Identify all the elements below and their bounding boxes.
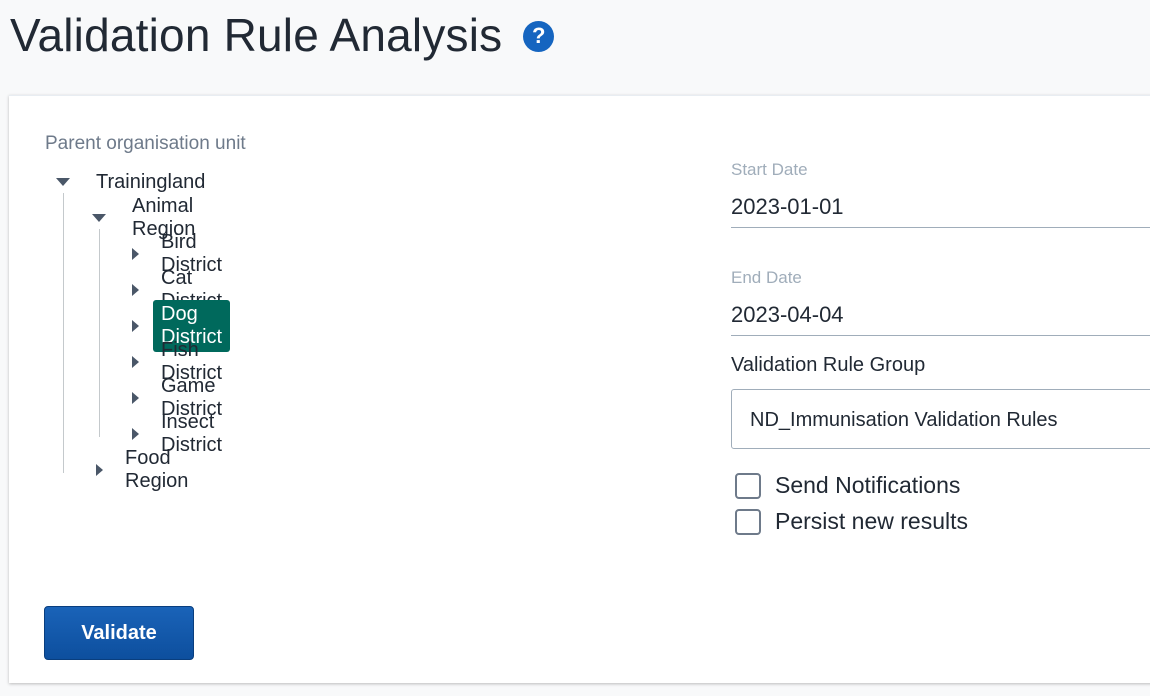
persist-results-row[interactable]: Persist new results — [735, 508, 968, 535]
end-date-label: End Date — [731, 268, 802, 287]
validate-button[interactable]: Validate — [44, 606, 194, 660]
caret-right-icon[interactable] — [132, 320, 139, 332]
validation-form-card: Parent organisation unit Trainingland An… — [9, 95, 1150, 683]
tree-node-food-region[interactable]: Food Region — [96, 447, 196, 492]
validation-rule-group-select[interactable]: ND_Immunisation Validation Rules — [731, 389, 1150, 449]
question-circle-icon[interactable]: ? — [523, 20, 555, 52]
caret-right-icon[interactable] — [132, 428, 139, 440]
caret-down-icon[interactable] — [56, 178, 70, 186]
caret-right-icon[interactable] — [132, 356, 139, 368]
send-notifications-row[interactable]: Send Notifications — [735, 472, 960, 499]
tree-guide-line-root — [63, 193, 64, 473]
tree-guide-line-region — [99, 229, 100, 437]
page-title: Validation Rule Analysis ? — [10, 8, 555, 62]
caret-right-icon[interactable] — [96, 464, 103, 476]
start-date-input[interactable]: 2023-01-01 — [731, 192, 1150, 228]
persist-results-checkbox[interactable] — [735, 508, 761, 535]
caret-down-icon[interactable] — [92, 214, 106, 222]
caret-right-icon[interactable] — [132, 392, 139, 404]
start-date-label: Start Date — [731, 160, 808, 179]
org-unit-label: Parent organisation unit — [45, 133, 246, 154]
caret-right-icon[interactable] — [132, 284, 139, 296]
send-notifications-checkbox[interactable] — [735, 472, 761, 499]
send-notifications-label[interactable]: Send Notifications — [775, 472, 960, 499]
end-date-input[interactable]: 2023-04-04 — [731, 300, 1150, 336]
validation-rule-group-label: Validation Rule Group — [731, 354, 926, 376]
page-title-text: Validation Rule Analysis — [10, 9, 503, 61]
persist-results-label[interactable]: Persist new results — [775, 508, 968, 535]
caret-right-icon[interactable] — [132, 248, 139, 260]
tree-node-label[interactable]: Food Region — [117, 444, 196, 496]
